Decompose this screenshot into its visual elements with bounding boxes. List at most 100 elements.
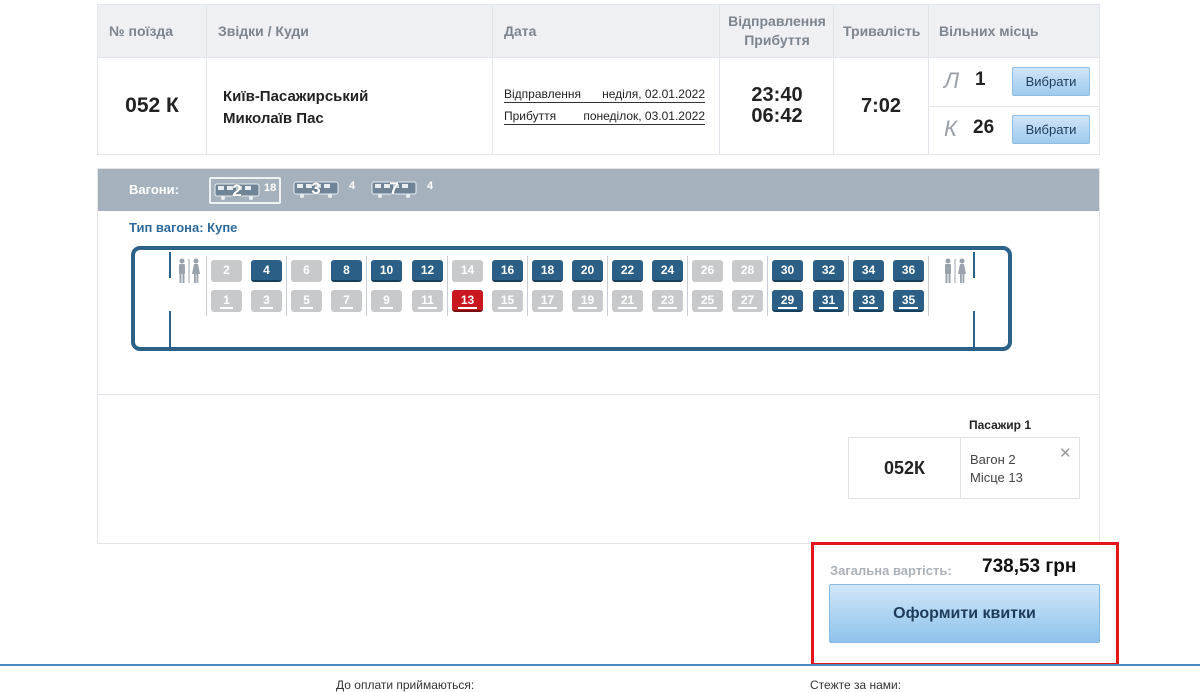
seat-number: 25 — [697, 293, 718, 309]
arrival-time: 06:42 — [751, 105, 803, 127]
seat-35[interactable]: 35 — [893, 290, 924, 312]
seat-number: 6 — [303, 263, 310, 277]
seat-31[interactable]: 31 — [813, 290, 844, 312]
seat-21: 21 — [612, 290, 643, 312]
seat-29[interactable]: 29 — [772, 290, 803, 312]
seat-class-l: Л — [944, 68, 960, 93]
wagon-free-count: 4 — [349, 180, 356, 192]
seat-13[interactable]: 13 — [452, 290, 483, 312]
seat-number: 2 — [223, 263, 230, 277]
seat-number: 5 — [300, 293, 313, 309]
seat-24[interactable]: 24 — [652, 260, 683, 282]
wagon-scheme: 2 4 6 8 10 12 14 16 18 20 22 24 26 28 30 32 34 36 1 3 5 7 9 11 1… — [131, 246, 1012, 351]
seat-number: 19 — [577, 293, 598, 309]
wagon-end-line — [169, 252, 171, 278]
seat-12[interactable]: 12 — [412, 260, 443, 282]
wagon-tabs-bar: Вагони: 2 18 3 4 7 4 — [98, 169, 1099, 211]
seat-class-divider — [929, 106, 1099, 107]
seat-number: 29 — [777, 293, 798, 309]
seat-number: 16 — [500, 263, 515, 277]
toilet-icon — [179, 258, 200, 283]
compartment-divider — [366, 256, 367, 316]
passenger-seat: Місце 13 — [970, 470, 1023, 485]
wagons-label: Вагони: — [129, 182, 179, 197]
departure-date-row: Відправлення неділя, 02.01.2022 — [504, 87, 705, 103]
wagon-end-line — [169, 311, 171, 347]
footer-line — [0, 664, 1200, 666]
seat-20[interactable]: 20 — [572, 260, 603, 282]
seat-count-k: 26 — [973, 117, 995, 138]
seat-number: 10 — [379, 263, 394, 277]
seat-number: 9 — [380, 293, 393, 309]
seat-1: 1 — [211, 290, 242, 312]
seat-number: 18 — [540, 263, 555, 277]
seat-30[interactable]: 30 — [772, 260, 803, 282]
seat-number: 27 — [737, 293, 758, 309]
seat-number: 15 — [497, 293, 518, 309]
seat-18[interactable]: 18 — [532, 260, 563, 282]
seat-5: 5 — [291, 290, 322, 312]
select-button-l[interactable]: Вибрати — [1012, 67, 1090, 96]
compartment-divider — [687, 256, 688, 316]
seat-11: 11 — [412, 290, 443, 312]
times: 23:40 06:42 — [720, 85, 834, 127]
seat-number: 30 — [780, 263, 795, 277]
select-button-k[interactable]: Вибрати — [1012, 115, 1090, 144]
seat-28: 28 — [732, 260, 763, 282]
seat-22[interactable]: 22 — [612, 260, 643, 282]
seat-8[interactable]: 8 — [331, 260, 362, 282]
row-divider — [98, 57, 1099, 58]
seat-34[interactable]: 34 — [853, 260, 884, 282]
wagon-tab-7[interactable]: 7 4 — [370, 177, 440, 204]
seat-number: 34 — [861, 263, 876, 277]
toilet-icon — [945, 258, 966, 283]
seat-number: 36 — [901, 263, 916, 277]
seat-number: 20 — [580, 263, 595, 277]
seat-number: 22 — [620, 263, 635, 277]
seat-number: 32 — [821, 263, 836, 277]
seat-10[interactable]: 10 — [371, 260, 402, 282]
order-tickets-button[interactable]: Оформити квитки — [829, 584, 1100, 643]
compartment-divider — [767, 256, 768, 316]
wagon-end-line — [973, 252, 975, 278]
departure-date: неділя, 02.01.2022 — [602, 87, 705, 101]
wagon-tab-2[interactable]: 2 18 — [209, 177, 281, 204]
route-from: Київ-Пасажирський — [223, 88, 369, 105]
header-route: Звідки / Куди — [218, 23, 309, 39]
seat-number: 13 — [457, 293, 478, 309]
seat-32[interactable]: 32 — [813, 260, 844, 282]
seat-27: 27 — [732, 290, 763, 312]
seat-4[interactable]: 4 — [251, 260, 282, 282]
seat-16[interactable]: 16 — [492, 260, 523, 282]
wagon-tab-3[interactable]: 3 4 — [291, 177, 361, 204]
seat-number: 7 — [340, 293, 353, 309]
seat-26: 26 — [692, 260, 723, 282]
seat-14: 14 — [452, 260, 483, 282]
seat-number: 35 — [898, 293, 919, 309]
header-dep: Відправлення — [728, 13, 826, 29]
total-label: Загальна вартість: — [830, 563, 952, 578]
seat-25: 25 — [692, 290, 723, 312]
header-arr: Прибуття — [744, 32, 810, 48]
passenger-ticket: 052К Вагон 2 Місце 13 ✕ — [848, 437, 1080, 499]
header-train-no: № поїзда — [109, 23, 174, 39]
arrival-label: Прибуття — [504, 109, 557, 123]
seat-19: 19 — [572, 290, 603, 312]
seat-33[interactable]: 33 — [853, 290, 884, 312]
passenger-wagon: Вагон 2 — [970, 452, 1016, 467]
seat-number: 26 — [700, 263, 715, 277]
section-divider — [98, 394, 1099, 395]
wagon-panel: Вагони: 2 18 3 4 7 4 Тип вагона: Купе 2 … — [97, 168, 1100, 544]
seat-23: 23 — [652, 290, 683, 312]
compartment-divider — [848, 256, 849, 316]
arrival-date-row: Прибуття понеділок, 03.01.2022 — [504, 109, 705, 125]
seat-number: 8 — [343, 263, 350, 277]
seat-number: 28 — [740, 263, 755, 277]
seat-36[interactable]: 36 — [893, 260, 924, 282]
route-to: Миколаїв Пас — [223, 110, 324, 127]
column-divider — [492, 5, 493, 154]
seat-number: 1 — [220, 293, 233, 309]
wagon-type: Тип вагона: Купе — [129, 220, 238, 235]
close-icon[interactable]: ✕ — [1059, 444, 1072, 462]
seat-6: 6 — [291, 260, 322, 282]
